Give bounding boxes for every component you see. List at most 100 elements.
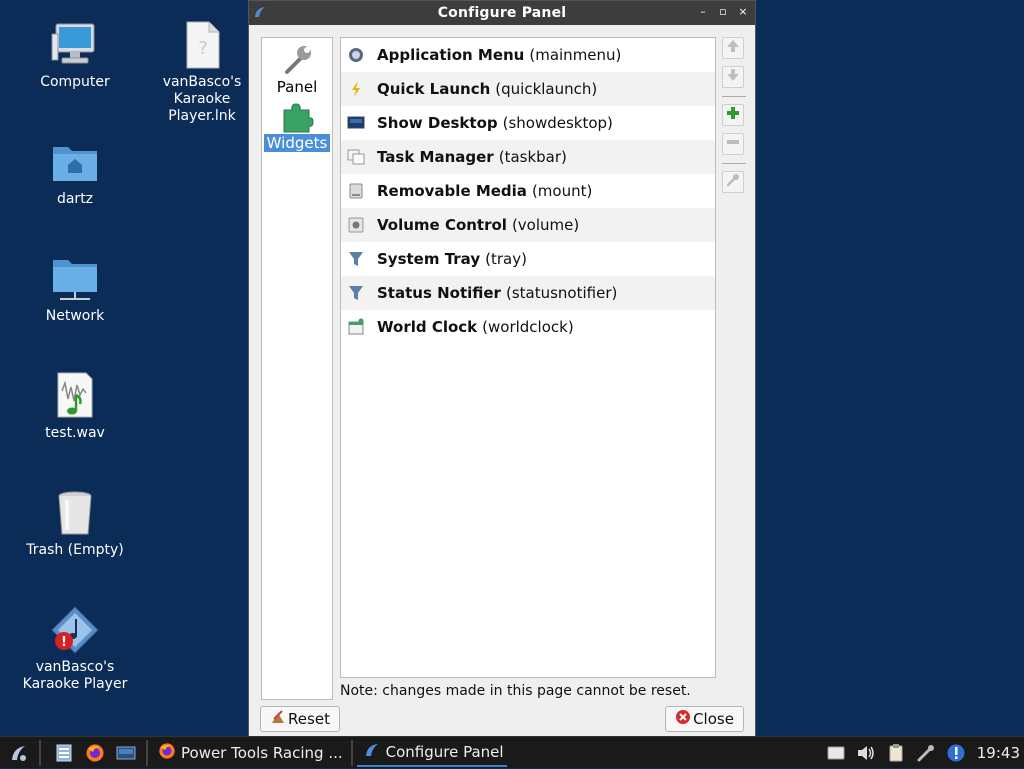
audio-file-icon [50,371,100,421]
plus-icon [726,106,740,124]
taskbar-divider [350,739,353,766]
configure-panel-dialog: Configure Panel – ▫ × Panel Widgets Appl… [248,0,756,737]
desktop-icon-label: test.wav [45,425,105,441]
list-item[interactable]: Volume Control (volume) [341,208,715,242]
widget-id: (volume) [511,216,580,234]
lxqt-icon [253,5,267,19]
task-label: Power Tools Racing ... [181,743,343,762]
file-manager-icon[interactable] [52,741,76,765]
widget-id: (showdesktop) [502,114,613,132]
network-icon[interactable] [915,742,937,764]
close-window-button[interactable]: × [735,4,751,20]
configure-widget-button[interactable] [722,171,744,193]
widget-name: Quick Launch [377,80,491,98]
list-item[interactable]: Status Notifier (statusnotifier) [341,276,715,310]
taskbar-divider [39,739,41,766]
move-up-button[interactable] [722,37,744,59]
speaker-icon [347,216,365,234]
firefox-icon [158,742,176,764]
list-item[interactable]: Quick Launch (quicklaunch) [341,72,715,106]
list-item[interactable]: World Clock (worldclock) [341,310,715,344]
wrench-icon [726,173,740,191]
task-label: Configure Panel [385,742,504,761]
desktop-icon-vanbasco-lnk[interactable]: ? vanBasco's Karaoke Player.lnk [142,20,262,125]
clock[interactable]: 19:43 [977,744,1020,762]
karaoke-app-icon: ! [50,605,100,655]
list-item[interactable]: System Tray (tray) [341,242,715,276]
sidebar-item-label: Widgets [263,134,331,152]
title-bar[interactable]: Configure Panel – ▫ × [249,1,755,25]
start-menu-icon[interactable] [7,741,31,765]
add-widget-button[interactable] [722,104,744,126]
widget-name: System Tray [377,250,481,268]
removable-media-icon[interactable] [825,742,847,764]
desktop-icon-label: vanBasco's Karaoke Player.lnk [162,74,242,124]
widget-id: (mainmenu) [529,46,622,64]
maximize-button[interactable]: ▫ [715,4,731,20]
clipboard-icon[interactable] [885,742,907,764]
notifier-icon [347,284,365,302]
close-label: Close [693,710,734,728]
arrow-down-icon [726,68,740,86]
desktop-icon-vanbasco[interactable]: ! vanBasco's Karaoke Player [15,605,135,693]
widget-name: Application Menu [377,46,525,64]
unknown-file-icon: ? [177,20,227,70]
widget-name: Show Desktop [377,114,498,132]
desktop-icon-label: dartz [56,191,94,207]
volume-icon[interactable] [855,742,877,764]
widget-name: Status Notifier [377,284,501,302]
desktop-show-icon[interactable] [114,741,138,765]
trash-icon [50,488,100,538]
task-configure-panel[interactable]: Configure Panel [356,739,507,767]
widget-id: (taskbar) [498,148,567,166]
drive-icon [347,182,365,200]
move-down-button[interactable] [722,66,744,88]
desktop-icon-dartz[interactable]: dartz [15,137,135,208]
svg-text:!: ! [61,635,67,650]
reset-button[interactable]: Reset [260,706,340,732]
puzzle-piece-icon [279,98,315,134]
list-item[interactable]: Task Manager (taskbar) [341,140,715,174]
close-button[interactable]: Close [665,706,744,732]
desktop-icon-test-wav[interactable]: test.wav [15,371,135,442]
system-tray: 19:43 [825,737,1024,769]
desktop-icon [347,114,365,132]
desktop-icon-label: Network [45,308,105,324]
close-icon [675,709,691,729]
svg-text:?: ? [198,38,208,59]
widget-name: World Clock [377,318,478,336]
desktop-icon-network[interactable]: Network [15,254,135,325]
wrench-icon [279,42,315,78]
reset-note: Note: changes made in this page cannot b… [340,683,691,699]
arrow-up-icon [726,39,740,57]
update-notifier-icon[interactable] [945,742,967,764]
widget-id: (quicklaunch) [495,80,598,98]
desktop-icon-computer[interactable]: Computer [15,20,135,91]
sidebar-item-panel[interactable]: Panel [262,42,332,96]
remove-widget-button[interactable] [722,133,744,155]
task-firefox[interactable]: Power Tools Racing ... [152,739,349,767]
tray-icon [347,250,365,268]
widget-name: Volume Control [377,216,507,234]
home-folder-icon [50,137,100,187]
lxqt-icon [363,741,381,763]
desktop-icon-label: Computer [40,74,110,90]
menu-icon [347,46,365,64]
widget-name: Task Manager [377,148,494,166]
toolbar-divider [722,163,746,164]
sidebar-item-label: Panel [276,78,318,96]
widget-list: Application Menu (mainmenu) Quick Launch… [340,37,716,678]
list-item[interactable]: Show Desktop (showdesktop) [341,106,715,140]
desktop-icon-trash[interactable]: Trash (Empty) [15,488,135,559]
reset-icon [270,709,286,729]
minus-icon [726,135,740,153]
firefox-icon[interactable] [83,741,107,765]
list-item[interactable]: Application Menu (mainmenu) [341,38,715,72]
widget-id: (statusnotifier) [505,284,618,302]
widget-id: (worldclock) [482,318,574,336]
toolbar-divider [722,96,746,97]
list-item[interactable]: Removable Media (mount) [341,174,715,208]
sidebar-item-widgets[interactable]: Widgets [262,98,332,152]
minimize-button[interactable]: – [695,4,711,20]
settings-sidebar: Panel Widgets [261,37,333,700]
